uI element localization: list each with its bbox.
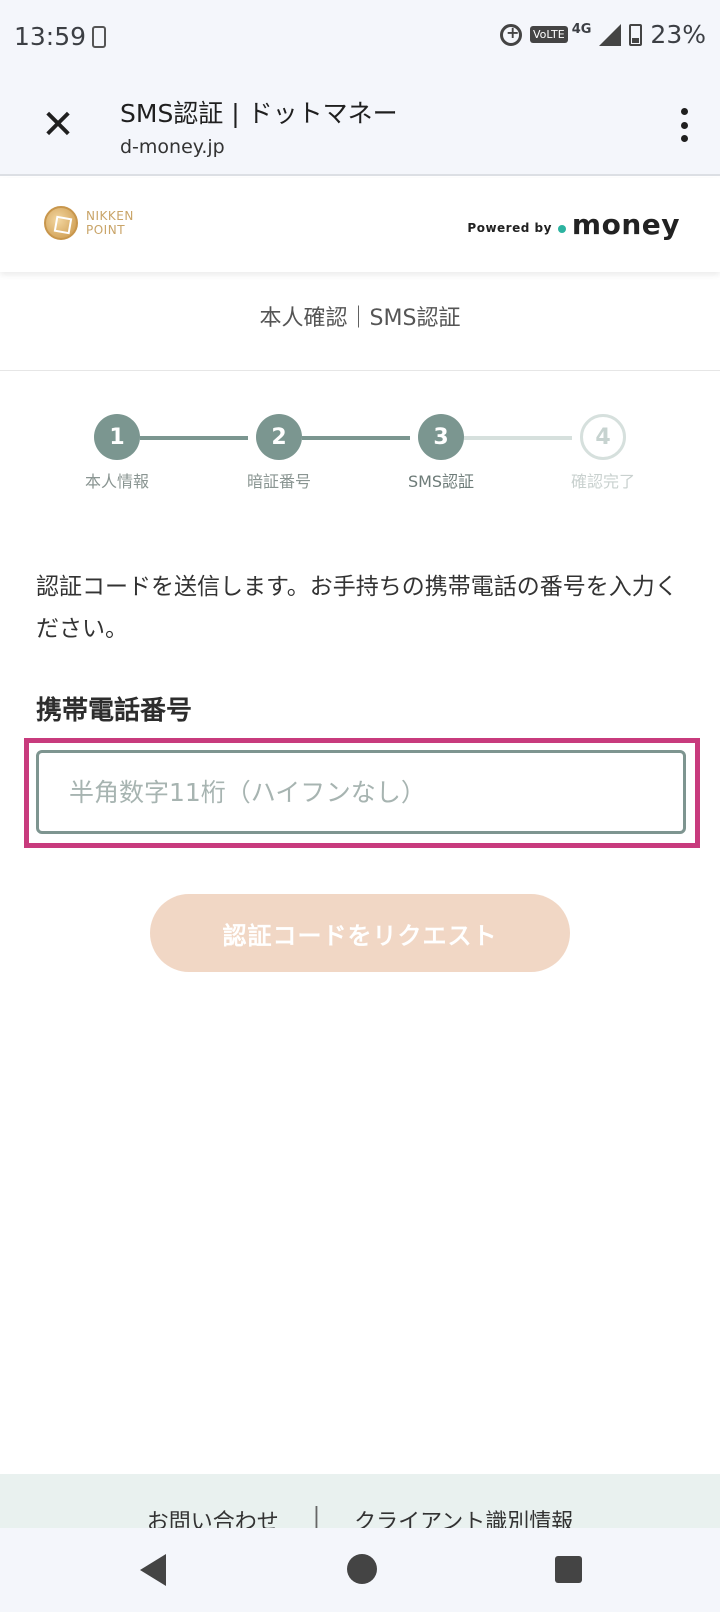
back-icon[interactable]: [140, 1554, 166, 1586]
network-type-icon: 4G: [571, 22, 592, 37]
status-time: 13:59: [14, 22, 87, 51]
step-number: 3: [418, 414, 464, 460]
page-title: SMS認証 | ドットマネー: [120, 99, 398, 128]
step-1: 1 本人情報: [67, 414, 167, 492]
signal-icon: [599, 23, 622, 46]
powered-by-money-logo: Powered by money: [467, 208, 680, 241]
sim-notification-icon: [92, 26, 106, 48]
navigation-bar: [0, 1528, 720, 1612]
home-icon[interactable]: [347, 1554, 377, 1584]
progress-stepper: 1 本人情報 2 暗証番号 3 SMS認証 4 確認完了: [0, 414, 720, 494]
step-number: 1: [94, 414, 140, 460]
battery-icon: [629, 23, 643, 46]
recent-apps-icon[interactable]: [555, 1556, 582, 1583]
step-label: 本人情報: [84, 472, 149, 491]
nikken-point-logo: NIKKEN POINT: [44, 206, 134, 240]
page-url: d-money.jp: [120, 136, 225, 158]
step-4: 4 確認完了: [553, 414, 653, 492]
volte-icon: VoLTE: [530, 26, 568, 43]
browser-toolbar: ✕ SMS認証 | ドットマネー d-money.jp: [0, 78, 720, 176]
status-bar: 13:59 VoLTE 4G 23%: [0, 0, 720, 78]
footer: お問い合わせ | クライアント識別情報: [0, 1474, 720, 1535]
step-label: 暗証番号: [246, 472, 311, 491]
money-dot-icon: [557, 224, 566, 233]
section-title: 本人確認｜SMS認証: [259, 306, 461, 331]
step-label: SMS認証: [407, 472, 475, 491]
instruction-text: 認証コードを送信します。お手持ちの携帯電話の番号を入力ください。: [36, 574, 678, 642]
logo-text-line1: NIKKEN: [86, 209, 134, 223]
money-brand: money: [571, 208, 680, 241]
coin-icon: [44, 206, 78, 240]
more-options-icon[interactable]: [678, 108, 690, 142]
status-icons: VoLTE 4G 23%: [500, 20, 706, 49]
step-2: 2 暗証番号: [229, 414, 329, 492]
phone-number-input[interactable]: [36, 750, 686, 834]
step-label: 確認完了: [570, 472, 635, 491]
divider: [0, 370, 720, 371]
close-icon[interactable]: ✕: [40, 105, 76, 145]
step-number: 4: [580, 414, 626, 460]
step-3: 3 SMS認証: [391, 414, 491, 492]
step-number: 2: [256, 414, 302, 460]
request-code-button[interactable]: 認証コードをリクエスト: [150, 894, 570, 972]
site-header: NIKKEN POINT Powered by money: [0, 178, 720, 272]
powered-by-label: Powered by: [467, 220, 552, 235]
data-saver-icon: [500, 23, 523, 46]
battery-percent: 23%: [650, 20, 706, 49]
phone-field-label: 携帯電話番号: [36, 696, 193, 726]
logo-text-line2: POINT: [86, 223, 126, 237]
